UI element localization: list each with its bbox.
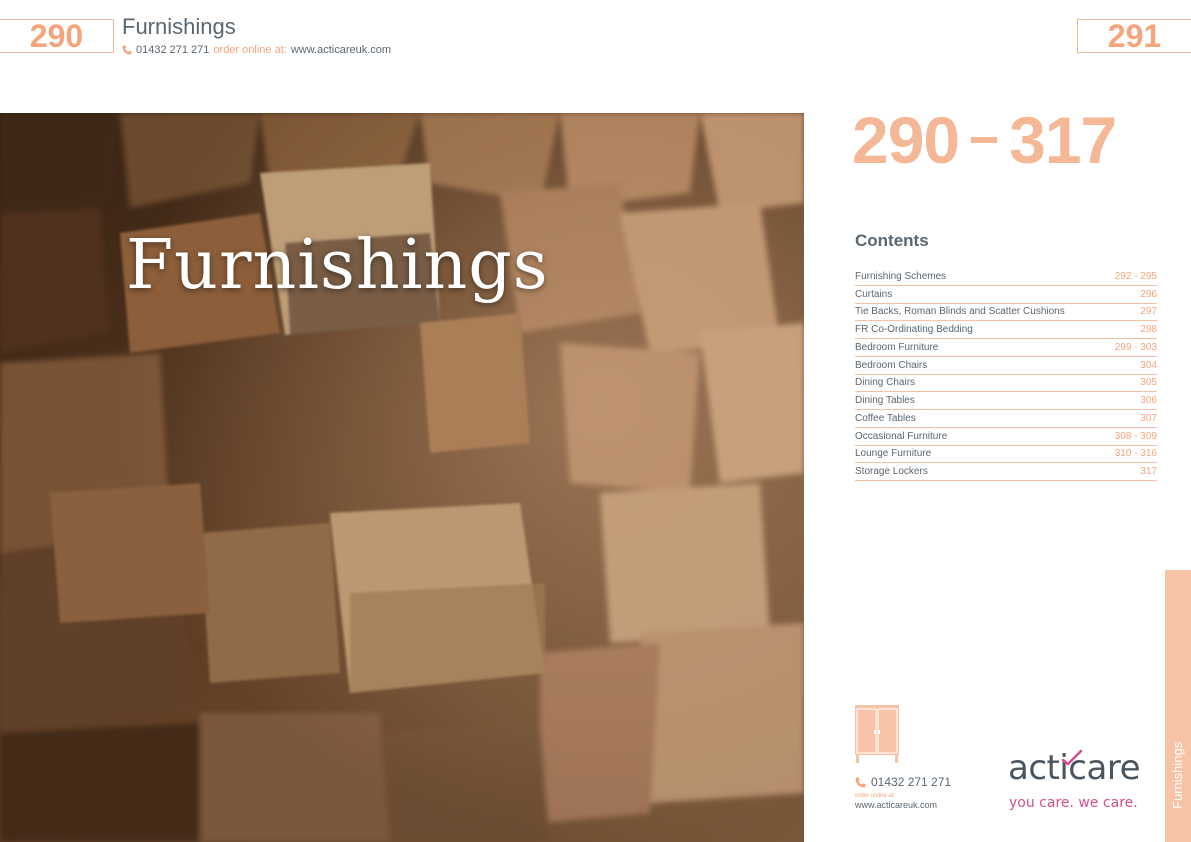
footer-phone: 01432 271 271 — [871, 775, 952, 789]
toc-pages: 307 — [1140, 412, 1157, 424]
brand-tagline: you care. we care. — [1009, 795, 1138, 811]
phone-icon — [122, 45, 132, 55]
toc-pages: 317 — [1140, 466, 1157, 478]
toc-item[interactable]: Curtains 296 — [855, 286, 1157, 304]
footer-phone-line: 01432 271 271 — [855, 775, 951, 789]
toc-label: Dining Tables — [855, 395, 915, 407]
toc-pages: 298 — [1140, 324, 1157, 336]
toc-pages: 292 - 295 — [1114, 270, 1157, 282]
contents-list: Furnishing Schemes 292 - 295 Curtains 296 … — [855, 268, 1157, 481]
toc-label: Bedroom Chairs — [855, 359, 928, 371]
range-dash — [971, 137, 998, 143]
left-page-number: 290 — [0, 19, 114, 53]
toc-pages: 304 — [1140, 359, 1157, 371]
toc-label: Tie Backs, Roman Blinds and Scatter Cush… — [855, 306, 1065, 318]
range-end: 317 — [1009, 103, 1117, 177]
side-tab-label-wrap: Furnishings — [1165, 570, 1191, 842]
toc-pages: 296 — [1140, 288, 1157, 300]
toc-label: FR Co-Ordinating Bedding — [855, 324, 973, 336]
toc-label: Dining Chairs — [855, 377, 916, 389]
toc-pages: 308 - 309 — [1114, 430, 1157, 442]
toc-label: Occasional Furniture — [855, 430, 948, 442]
page-range: 290 317 — [852, 102, 1117, 178]
header-order-label: order online at: — [213, 44, 287, 56]
header-website[interactable]: www.acticareuk.com — [291, 44, 391, 56]
header-phone: 01432 271 271 — [136, 44, 210, 56]
right-page-number: 291 — [1077, 19, 1191, 53]
section-title: Furnishings — [122, 14, 236, 39]
footer-website[interactable]: www.acticareuk.com — [855, 800, 937, 810]
range-start: 290 — [852, 103, 960, 177]
toc-item[interactable]: Lounge Furniture 310 - 316 — [855, 446, 1157, 464]
toc-item[interactable]: FR Co-Ordinating Bedding 298 — [855, 321, 1157, 339]
side-tab-label: Furnishings — [1170, 741, 1185, 809]
toc-item[interactable]: Dining Chairs 305 — [855, 375, 1157, 393]
toc-item[interactable]: Tie Backs, Roman Blinds and Scatter Cush… — [855, 304, 1157, 322]
logo-check-mark — [1061, 749, 1083, 766]
toc-label: Furnishing Schemes — [855, 270, 947, 282]
log-pile-image — [0, 113, 804, 842]
toc-item[interactable]: Dining Tables 306 — [855, 392, 1157, 410]
phone-icon — [855, 777, 866, 787]
toc-pages: 299 - 303 — [1114, 341, 1157, 353]
toc-pages: 305 — [1140, 377, 1157, 389]
toc-pages: 310 - 316 — [1114, 448, 1157, 460]
toc-label: Bedroom Furniture — [855, 341, 939, 353]
contents-heading: Contents — [855, 231, 929, 250]
header-contact: 01432 271 271 order online at: www.actic… — [122, 44, 391, 56]
footer-order-label: order online at: — [855, 793, 896, 799]
toc-item[interactable]: Bedroom Chairs 304 — [855, 357, 1157, 375]
toc-label: Coffee Tables — [855, 412, 916, 424]
toc-label: Curtains — [855, 288, 893, 300]
toc-pages: 297 — [1140, 306, 1157, 318]
hero-title: Furnishings — [126, 226, 549, 305]
hero-photo — [0, 113, 804, 842]
toc-pages: 306 — [1140, 395, 1157, 407]
toc-item[interactable]: Occasional Furniture 308 - 309 — [855, 428, 1157, 446]
toc-label: Storage Lockers — [855, 466, 928, 478]
toc-item[interactable]: Bedroom Furniture 299 - 303 — [855, 339, 1157, 357]
toc-item[interactable]: Coffee Tables 307 — [855, 410, 1157, 428]
toc-item[interactable]: Storage Lockers 317 — [855, 463, 1157, 481]
toc-item[interactable]: Furnishing Schemes 292 - 295 — [855, 268, 1157, 286]
wardrobe-icon — [855, 705, 899, 763]
toc-label: Lounge Furniture — [855, 448, 932, 460]
